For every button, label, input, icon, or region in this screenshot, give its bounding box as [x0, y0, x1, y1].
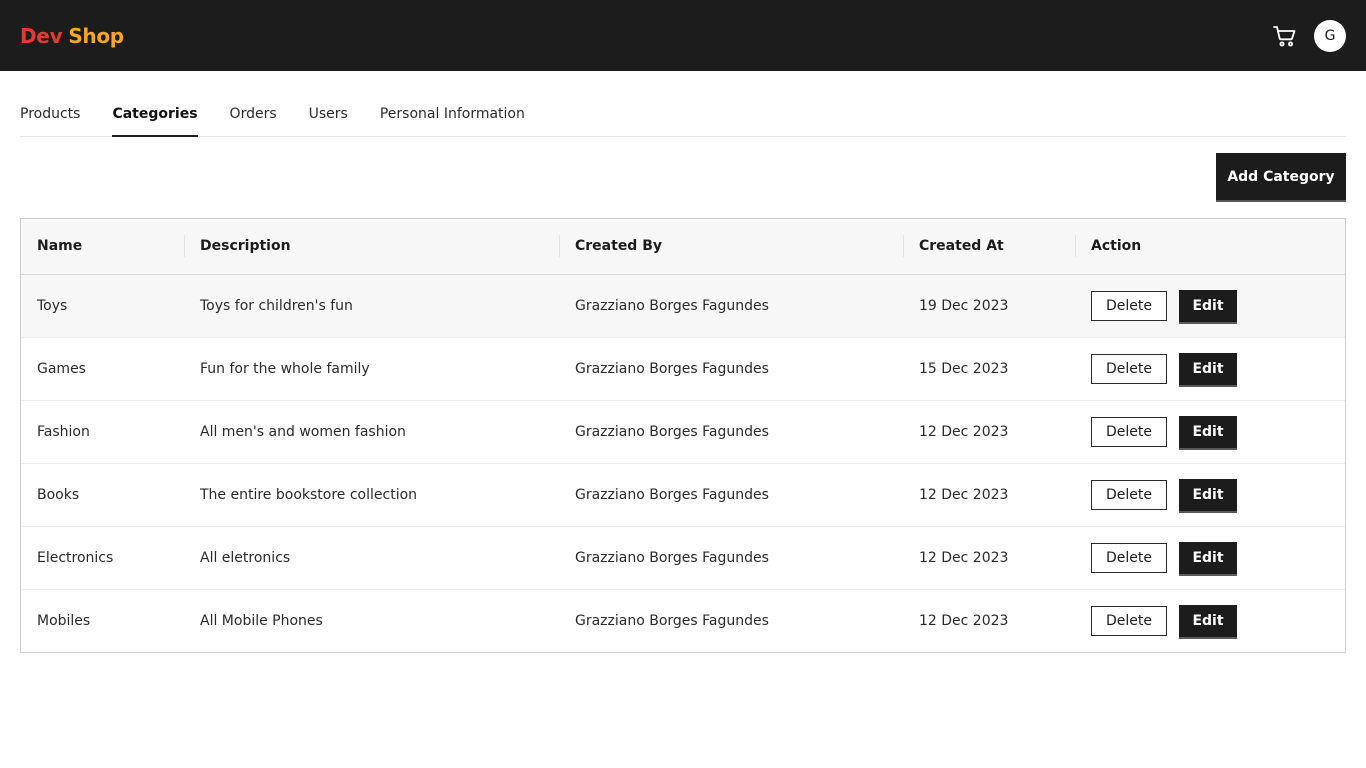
cell-created-by: Grazziano Borges Fagundes: [575, 549, 769, 566]
edit-button[interactable]: Edit: [1179, 604, 1237, 637]
delete-button[interactable]: Delete: [1091, 416, 1167, 447]
tab-users[interactable]: Users: [309, 93, 348, 137]
edit-button[interactable]: Edit: [1179, 541, 1237, 574]
add-category-button[interactable]: Add Category: [1216, 153, 1346, 200]
cell-description: Fun for the whole family: [200, 360, 370, 377]
cell-created-by: Grazziano Borges Fagundes: [575, 297, 769, 314]
table-row: Fashion All men's and women fashion Graz…: [21, 400, 1345, 463]
cell-created-at: 12 Dec 2023: [919, 612, 1009, 629]
cell-name: Games: [37, 360, 86, 377]
cell-created-at: 12 Dec 2023: [919, 423, 1009, 440]
delete-button[interactable]: Delete: [1091, 353, 1167, 384]
tab-orders[interactable]: Orders: [230, 93, 277, 137]
tab-personal-information[interactable]: Personal Information: [380, 93, 525, 137]
cell-actions: Delete Edit: [1075, 337, 1345, 400]
column-header-name: Name: [37, 238, 83, 255]
user-avatar[interactable]: G: [1314, 19, 1346, 52]
cell-name: Fashion: [37, 423, 90, 440]
logo-dev: Dev: [20, 23, 63, 48]
cell-actions: Delete Edit: [1075, 274, 1345, 337]
cell-name: Electronics: [37, 549, 114, 566]
cell-description: All men's and women fashion: [200, 423, 406, 440]
cell-created-at: 15 Dec 2023: [919, 360, 1009, 377]
cell-created-by: Grazziano Borges Fagundes: [575, 360, 769, 377]
cell-actions: Delete Edit: [1075, 526, 1345, 589]
cell-description: All eletronics: [200, 549, 291, 566]
edit-button[interactable]: Edit: [1179, 478, 1237, 511]
cell-description: Toys for children's fun: [200, 297, 353, 314]
delete-button[interactable]: Delete: [1091, 290, 1167, 321]
cell-description: All Mobile Phones: [200, 612, 323, 629]
cell-name: Toys: [37, 297, 68, 314]
edit-button[interactable]: Edit: [1179, 289, 1237, 322]
table-row: Games Fun for the whole family Grazziano…: [21, 337, 1345, 400]
header-actions: G: [1272, 19, 1346, 52]
cell-created-by: Grazziano Borges Fagundes: [575, 423, 769, 440]
cell-description: The entire bookstore collection: [200, 486, 418, 503]
cell-name: Mobiles: [37, 612, 91, 629]
cell-actions: Delete Edit: [1075, 589, 1345, 652]
cell-created-by: Grazziano Borges Fagundes: [575, 486, 769, 503]
tab-products[interactable]: Products: [20, 93, 80, 137]
cell-created-at: 19 Dec 2023: [919, 297, 1009, 314]
logo-shop: Shop: [68, 23, 124, 48]
categories-table-grid: Name Description Created By Created At A…: [21, 219, 1345, 652]
cell-actions: Delete Edit: [1075, 400, 1345, 463]
top-navbar: Dev Shop G: [0, 0, 1366, 71]
admin-tabs: Products Categories Orders Users Persona…: [20, 93, 1346, 137]
logo[interactable]: Dev Shop: [20, 24, 124, 48]
delete-button[interactable]: Delete: [1091, 542, 1167, 573]
cell-actions: Delete Edit: [1075, 463, 1345, 526]
column-header-description: Description: [184, 219, 559, 274]
delete-button[interactable]: Delete: [1091, 479, 1167, 510]
table-header-row: Name Description Created By Created At A…: [21, 219, 1345, 274]
cell-created-by: Grazziano Borges Fagundes: [575, 612, 769, 629]
table-row: Electronics All eletronics Grazziano Bor…: [21, 526, 1345, 589]
edit-button[interactable]: Edit: [1179, 415, 1237, 448]
cell-name: Books: [37, 486, 80, 503]
cart-icon[interactable]: [1272, 23, 1298, 49]
edit-button[interactable]: Edit: [1179, 352, 1237, 385]
cell-created-at: 12 Dec 2023: [919, 486, 1009, 503]
categories-table: Name Description Created By Created At A…: [20, 218, 1346, 653]
table-row: Toys Toys for children's fun Grazziano B…: [21, 274, 1345, 337]
cell-created-at: 12 Dec 2023: [919, 549, 1009, 566]
tab-categories[interactable]: Categories: [112, 93, 198, 137]
table-row: Books The entire bookstore collection Gr…: [21, 463, 1345, 526]
column-header-created-at: Created At: [903, 219, 1075, 274]
column-header-created-by: Created By: [559, 219, 903, 274]
table-row: Mobiles All Mobile Phones Grazziano Borg…: [21, 589, 1345, 652]
delete-button[interactable]: Delete: [1091, 605, 1167, 636]
column-header-action: Action: [1075, 219, 1345, 274]
